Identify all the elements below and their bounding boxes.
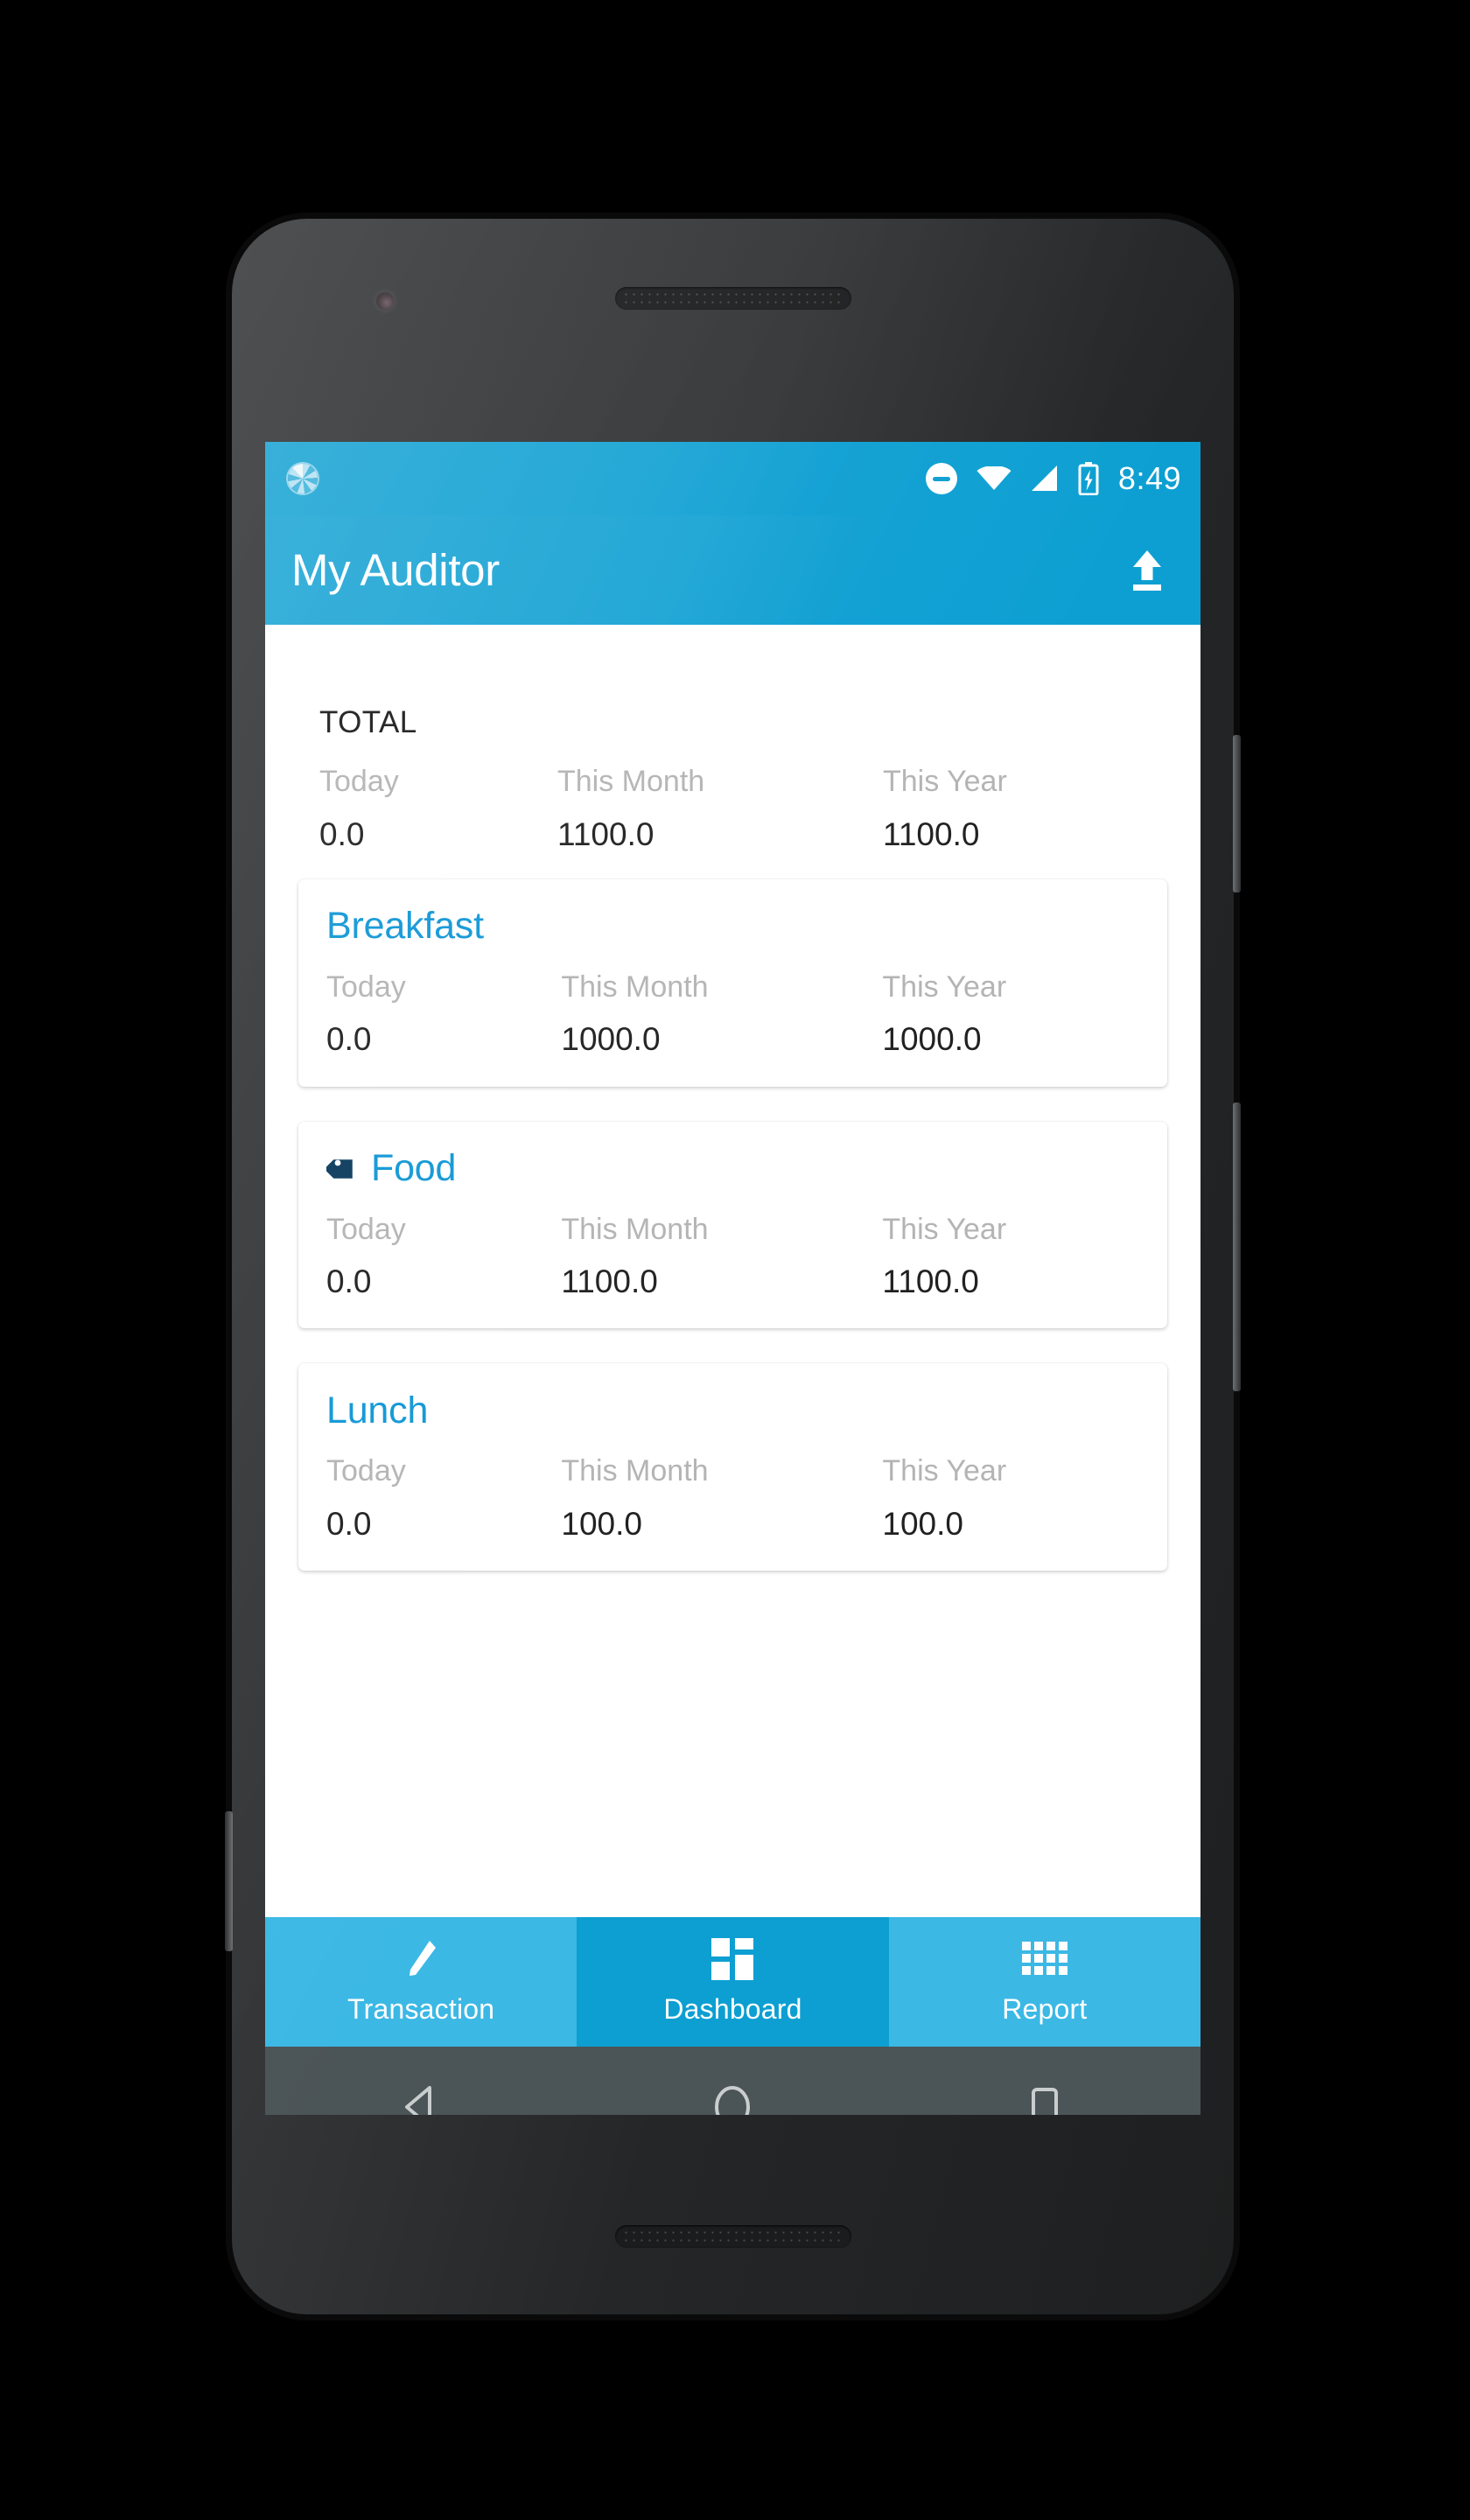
card-today-column: Today 0.0 [326,1452,561,1544]
period-value: 0.0 [326,1021,372,1058]
category-card-lunch[interactable]: Lunch Today 0.0 This Month 100.0 This Ye… [298,1363,1167,1571]
period-value: 100.0 [561,1505,642,1542]
bottom-speaker [614,2225,851,2248]
card-title-row: Food [326,1146,1167,1192]
period-value: 1000.0 [561,1021,661,1058]
card-this-year-column: This Year 1000.0 [882,969,1167,1060]
period-label: This Year [883,765,1007,798]
card-this-month-column: This Month 1000.0 [561,969,882,1060]
pencil-icon [402,1939,440,1979]
power-button[interactable] [1233,735,1241,892]
total-label: TOTAL [319,705,417,739]
total-this-year-column: This Year 1100.0 [883,763,1172,855]
card-title: Food [371,1147,457,1189]
period-label: This Year [882,1454,1007,1488]
wifi-icon [976,466,1012,491]
tab-transaction[interactable]: Transaction [265,1917,578,2047]
period-label: Today [326,1212,406,1246]
period-value: 1000.0 [882,1021,982,1058]
card-this-month-column: This Month 100.0 [561,1452,882,1544]
category-card-breakfast[interactable]: Breakfast Today 0.0 This Month 1000.0 Th… [298,878,1167,1087]
period-label: This Month [561,1212,709,1246]
card-today-column: Today 0.0 [326,1211,561,1303]
card-period-row: Today 0.0 This Month 1100.0 This Year 11… [326,1211,1167,1303]
period-value: 0.0 [326,1505,372,1542]
period-value: 1100.0 [557,816,654,852]
dashboard-grid-icon [711,1937,754,1980]
category-card-food[interactable]: Food Today 0.0 This Month 1100.0 This Ye… [298,1121,1167,1329]
upload-icon[interactable] [1116,540,1178,601]
volume-rocker-button[interactable] [1233,1102,1241,1391]
phone-frame: 8:49 My Auditor TOTAL Today 0.0 This Mon… [225,219,1241,2314]
left-side-button[interactable] [225,1811,233,1951]
period-value: 1100.0 [883,816,980,852]
tab-label: Transaction [347,1992,495,2025]
tab-dashboard[interactable]: Dashboard [577,1917,889,2047]
period-label: Today [319,765,399,798]
dashboard-content: TOTAL Today 0.0 This Month 1100.0 This Y… [265,625,1200,1917]
status-bar: 8:49 [265,442,1200,515]
sync-spinner-icon [288,464,318,494]
card-this-year-column: This Year 1100.0 [882,1211,1167,1303]
report-grid-icon [1021,1939,1068,1979]
home-circle-icon[interactable] [684,2059,780,2115]
period-label: This Month [561,970,709,1004]
total-period-row: Today 0.0 This Month 1100.0 This Year 11… [319,763,1200,855]
back-triangle-icon[interactable] [373,2059,469,2115]
card-period-row: Today 0.0 This Month 100.0 This Year 100… [326,1452,1167,1544]
do-not-disturb-icon [925,463,957,494]
recents-square-icon[interactable] [997,2059,1093,2115]
card-title: Breakfast [326,905,484,948]
period-value: 1100.0 [882,1264,979,1299]
total-today-column: Today 0.0 [319,763,557,855]
period-value: 0.0 [326,1264,372,1299]
bottom-navigation: Transaction Dashboard Report [265,1917,1200,2047]
phone-screen: 8:49 My Auditor TOTAL Today 0.0 This Mon… [265,442,1200,2115]
period-label: Today [326,1454,406,1488]
tag-icon [326,1152,360,1186]
period-label: Today [326,970,406,1004]
tab-label: Dashboard [663,1992,802,2025]
total-section: TOTAL Today 0.0 This Month 1100.0 This Y… [265,625,1200,855]
front-camera [376,292,394,310]
card-today-column: Today 0.0 [326,969,561,1060]
tab-report[interactable]: Report [888,1917,1200,2047]
period-label: This Month [557,765,705,798]
tab-label: Report [1002,1992,1088,2025]
app-bar: My Auditor [265,515,1200,625]
period-value: 100.0 [882,1505,963,1542]
period-label: This Year [882,970,1007,1004]
period-label: This Year [882,1212,1007,1246]
card-this-year-column: This Year 100.0 [882,1452,1167,1544]
earpiece-speaker [614,287,851,310]
total-this-month-column: This Month 1100.0 [557,763,883,855]
android-navigation-bar [265,2047,1200,2115]
period-value: 1100.0 [561,1264,658,1299]
status-icons-group: 8:49 [925,460,1181,497]
period-label: This Month [561,1454,709,1488]
card-title-row: Breakfast [326,904,1167,949]
card-this-month-column: This Month 1100.0 [561,1211,882,1303]
card-title-row: Lunch [326,1388,1167,1433]
battery-charging-icon [1078,462,1099,495]
period-value: 0.0 [319,816,365,852]
cellular-signal-icon [1031,466,1059,492]
card-period-row: Today 0.0 This Month 1000.0 This Year 10… [326,969,1167,1060]
status-time: 8:49 [1117,460,1181,496]
card-title: Lunch [326,1389,429,1432]
page-title: My Auditor [291,545,500,595]
